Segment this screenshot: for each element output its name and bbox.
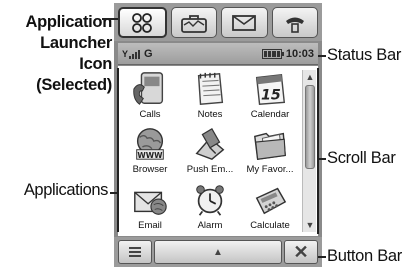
label-application-launcher: Application Launcher Icon (Selected) xyxy=(0,12,112,96)
scroll-bar-bracket xyxy=(317,68,319,234)
label-scroll-bar: Scroll Bar xyxy=(327,149,396,167)
app-calendar[interactable]: 15 Calendar xyxy=(240,68,300,123)
calendar-icon: 15 xyxy=(255,73,286,105)
leader-line-status-bar xyxy=(318,55,326,57)
scroll-thumb[interactable] xyxy=(305,85,315,169)
phone-device: Y G 10:03 Calls Notes 15 Calendar WWW Br… xyxy=(114,3,322,267)
envelope-icon xyxy=(232,14,257,31)
application-screen: Calls Notes 15 Calendar WWW Browser Push… xyxy=(118,66,318,236)
app-label: Browser xyxy=(132,164,168,176)
label-status-bar: Status Bar xyxy=(327,46,402,64)
status-bar: Y G 10:03 xyxy=(118,43,318,65)
app-label: Push Em... xyxy=(186,164,234,176)
app-launcher-button[interactable] xyxy=(118,7,167,38)
app-calls[interactable]: Calls xyxy=(120,68,180,123)
email-icon xyxy=(134,191,167,215)
leader-line-launcher xyxy=(102,18,118,20)
up-button[interactable]: ▲ xyxy=(154,240,282,264)
application-launcher-bar xyxy=(114,3,322,41)
app-push-email[interactable]: Push Em... xyxy=(180,123,240,178)
push-email-icon xyxy=(195,128,225,161)
app-notes[interactable]: Notes xyxy=(180,68,240,123)
signal-strength-icon xyxy=(129,49,141,59)
scroll-down-arrow-icon[interactable]: ▼ xyxy=(304,219,316,231)
app-launcher-icon xyxy=(132,12,153,33)
label-launcher-line-1: Application xyxy=(25,13,112,31)
phone-button[interactable] xyxy=(271,7,318,38)
leader-line-scroll-bar xyxy=(317,158,326,160)
app-label: Notes xyxy=(197,109,223,120)
calculator-icon xyxy=(255,187,287,214)
app-label: Calls xyxy=(139,109,161,120)
browser-icon: WWW xyxy=(136,128,164,160)
close-button[interactable]: ✕ xyxy=(284,240,318,264)
notes-icon xyxy=(197,72,224,105)
app-label: Email xyxy=(138,219,162,231)
app-label: Alarm xyxy=(197,219,223,231)
menu-lines-icon xyxy=(129,247,141,257)
button-bar: ▲ ✕ xyxy=(114,237,322,267)
briefcase-icon xyxy=(180,14,207,33)
app-label: Calculate xyxy=(250,219,290,231)
alarm-clock-icon xyxy=(196,184,224,216)
label-launcher-line-4: (Selected) xyxy=(36,76,112,94)
app-label: Calendar xyxy=(250,109,290,120)
app-my-favorites[interactable]: My Favor... xyxy=(240,123,300,178)
applications-grid: Calls Notes 15 Calendar WWW Browser Push… xyxy=(120,68,300,234)
calendar-day-badge: 15 xyxy=(261,87,281,103)
favorites-folder-icon xyxy=(254,133,286,161)
calls-icon xyxy=(133,72,164,105)
messages-button[interactable] xyxy=(221,7,268,38)
app-calculate[interactable]: Calculate xyxy=(240,179,300,234)
browser-www-badge: WWW xyxy=(137,151,163,160)
network-type: G xyxy=(144,47,153,60)
label-launcher-line-2: Launcher xyxy=(40,34,112,52)
label-applications: Applications xyxy=(23,181,109,199)
label-button-bar: Button Bar xyxy=(327,247,402,265)
close-icon: ✕ xyxy=(293,241,309,262)
battery-icon xyxy=(261,48,284,59)
app-alarm[interactable]: Alarm xyxy=(180,179,240,234)
scroll-up-arrow-icon[interactable]: ▲ xyxy=(304,71,316,83)
antenna-icon: Y xyxy=(122,48,129,59)
status-time: 10:03 xyxy=(285,47,314,60)
tools-button[interactable] xyxy=(170,7,217,38)
phone-handset-icon xyxy=(285,17,304,33)
label-launcher-line-3: Icon xyxy=(79,55,112,73)
arrow-up-icon: ▲ xyxy=(213,246,223,258)
app-email[interactable]: Email xyxy=(120,179,180,234)
menu-button[interactable] xyxy=(118,240,152,264)
app-label: My Favor... xyxy=(246,164,294,176)
app-browser[interactable]: WWW Browser xyxy=(120,123,180,178)
scroll-bar[interactable]: ▲ ▼ xyxy=(302,70,316,232)
applications-bracket xyxy=(117,68,119,232)
leader-line-button-bar xyxy=(318,256,326,258)
